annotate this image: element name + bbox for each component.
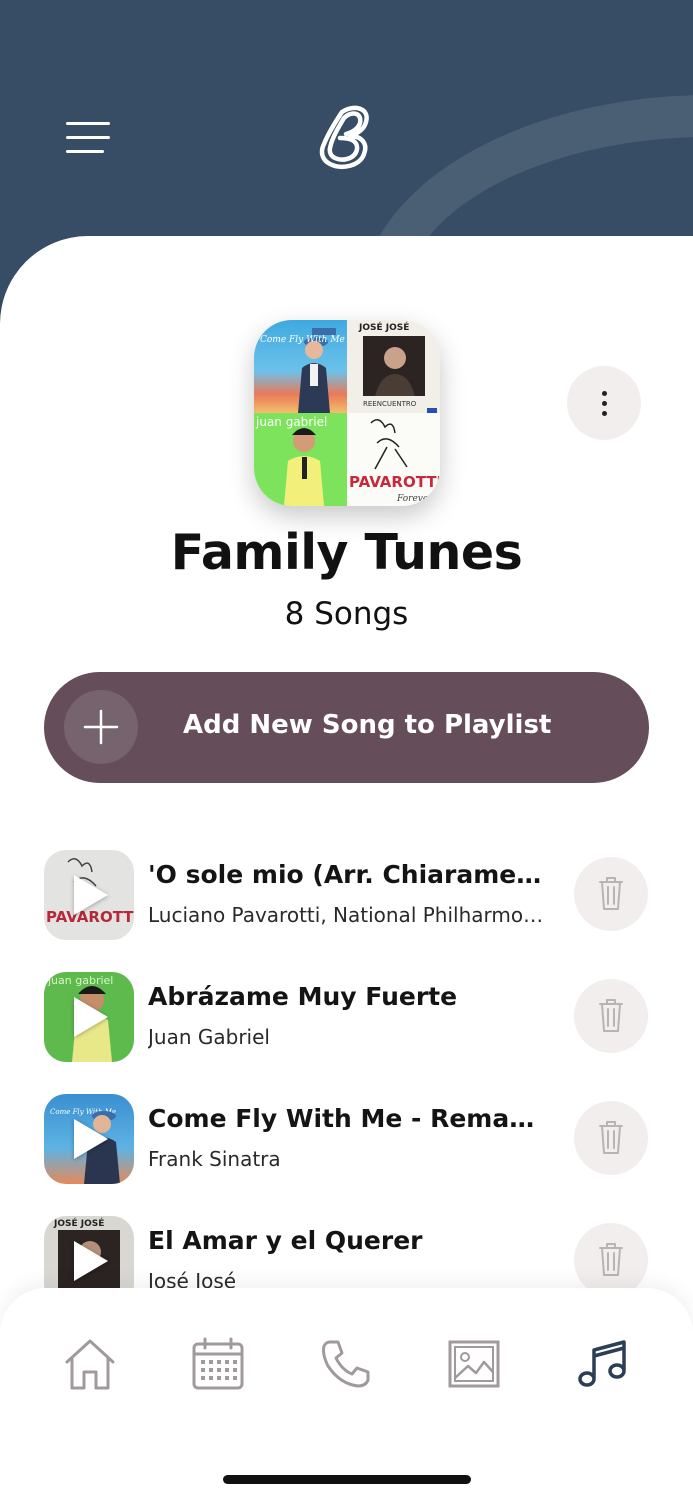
playlist-title: Family Tunes: [170, 524, 523, 581]
delete-song-button[interactable]: [574, 857, 648, 931]
song-artist: Luciano Pavarotti, National Philharmonic…: [148, 903, 550, 927]
play-icon: [74, 1119, 108, 1159]
song-thumbnail[interactable]: PAVAROTTI: [44, 850, 134, 940]
song-artist: Juan Gabriel: [148, 1025, 270, 1049]
song-title: 'O sole mio (Arr. Chiaramello): [148, 860, 548, 889]
cover-quadrant-sinatra: Come Fly With Me: [254, 320, 347, 413]
svg-text:PAVAROTTI: PAVAROTTI: [349, 473, 440, 491]
delete-song-button[interactable]: [574, 979, 648, 1053]
svg-text:juan gabriel: juan gabriel: [47, 974, 113, 987]
song-row[interactable]: Come Fly With Me Come Fly With Me - Rema…: [0, 1094, 693, 1204]
b-logo-icon[interactable]: [318, 104, 378, 172]
trash-icon: [599, 877, 623, 910]
tab-calendar[interactable]: [190, 1336, 246, 1392]
trash-icon: [599, 1121, 623, 1154]
add-song-label: Add New Song to Playlist: [183, 710, 552, 740]
svg-text:JOSÉ JOSÉ: JOSÉ JOSÉ: [53, 1217, 104, 1229]
song-title: Abrázame Muy Fuerte: [148, 982, 458, 1011]
plus-icon: [64, 690, 138, 764]
home-icon: [65, 1339, 115, 1390]
song-artist: Frank Sinatra: [148, 1147, 281, 1171]
song-count: 8 Songs: [284, 596, 409, 632]
svg-text:Forever: Forever: [396, 494, 433, 504]
home-indicator[interactable]: [223, 1475, 471, 1484]
cover-quadrant-juan-gabriel: juan gabriel: [254, 413, 347, 506]
play-icon: [74, 875, 108, 915]
delete-song-button[interactable]: [574, 1223, 648, 1297]
svg-text:REENCUENTRO: REENCUENTRO: [363, 400, 417, 408]
bottom-tab-bar: [0, 1288, 693, 1500]
tab-home[interactable]: [62, 1336, 118, 1392]
tab-photos[interactable]: [446, 1336, 502, 1392]
playlist-cover-art: Come Fly With Me JOSÉ JOSÉ REENCUENTRO j…: [254, 320, 440, 506]
play-icon: [74, 1241, 108, 1281]
delete-song-button[interactable]: [574, 1101, 648, 1175]
calendar-icon: [192, 1337, 244, 1390]
svg-text:juan gabriel: juan gabriel: [255, 415, 327, 429]
add-song-button[interactable]: Add New Song to Playlist: [44, 672, 649, 783]
cover-quadrant-pavarotti: PAVAROTTI Forever: [347, 413, 440, 506]
song-title: Come Fly With Me - Remastered: [148, 1104, 548, 1133]
song-thumbnail[interactable]: juan gabriel: [44, 972, 134, 1062]
image-icon: [448, 1340, 500, 1388]
song-row[interactable]: PAVAROTTI 'O sole mio (Arr. Chiaramello)…: [0, 850, 693, 960]
trash-icon: [599, 1243, 623, 1276]
more-options-button[interactable]: [567, 366, 641, 440]
song-row[interactable]: juan gabriel Abrázame Muy Fuerte Juan Ga…: [0, 972, 693, 1082]
hamburger-menu-icon[interactable]: [66, 122, 112, 154]
tab-music[interactable]: [574, 1336, 630, 1392]
svg-text:Come Fly With Me: Come Fly With Me: [260, 335, 345, 345]
tab-phone[interactable]: [318, 1336, 374, 1392]
svg-text:JOSÉ JOSÉ: JOSÉ JOSÉ: [358, 321, 409, 333]
trash-icon: [599, 999, 623, 1032]
music-note-icon: [578, 1340, 626, 1387]
song-title: El Amar y el Querer: [148, 1226, 423, 1255]
phone-icon: [322, 1340, 370, 1388]
cover-quadrant-jose: JOSÉ JOSÉ REENCUENTRO: [347, 320, 440, 413]
play-icon: [74, 997, 108, 1037]
song-thumbnail[interactable]: Come Fly With Me: [44, 1094, 134, 1184]
